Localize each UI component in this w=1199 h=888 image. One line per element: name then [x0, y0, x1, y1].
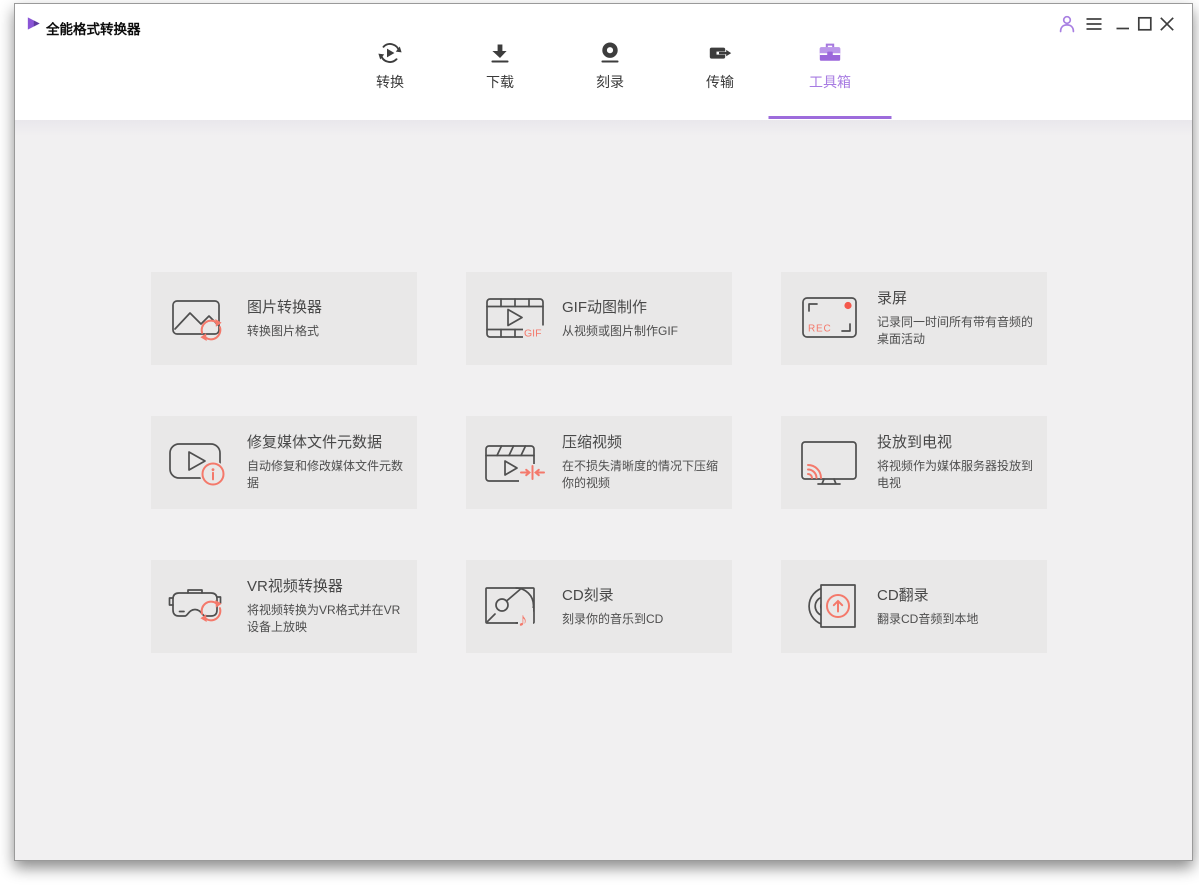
app-logo-icon [27, 17, 40, 30]
close-icon [1156, 13, 1178, 35]
tool-card-title: CD刻录 [562, 586, 614, 604]
convert-icon [377, 40, 403, 66]
tab-label: 工具箱 [809, 74, 851, 90]
tab-label: 下载 [486, 74, 514, 90]
transfer-icon [707, 40, 733, 66]
fix-metadata-icon [167, 436, 233, 490]
tool-card-title: 压缩视频 [562, 434, 623, 451]
screen-recorder-icon [797, 292, 863, 346]
tool-card-desc: 记录同一时间所有带有音频的桌面活动 [877, 315, 1034, 346]
tool-card-desc: 将视频转换为VR格式并在VR设备上放映 [247, 603, 401, 634]
desktop-backdrop: 全能格式转换器 转换 下载 刻录 传输 工具箱 图片转换器 转换图片格式 GIF… [0, 0, 1199, 888]
tool-card-desc: 将视频作为媒体服务器投放到电视 [877, 459, 1034, 490]
cd-rip-icon [797, 580, 863, 634]
tab-download[interactable]: 下载 [463, 40, 537, 92]
window-controls [1056, 13, 1178, 35]
card-cd-rip[interactable]: CD翻录 翻录CD音频到本地 [781, 560, 1047, 653]
maximize-icon [1134, 13, 1156, 35]
tool-card-desc: 在不损失清晰度的情况下压缩你的视频 [562, 459, 719, 490]
tab-burn[interactable]: 刻录 [573, 40, 647, 92]
tool-card-title: 图片转换器 [247, 298, 323, 316]
tool-card-title: VR视频转换器 [247, 578, 343, 595]
tab-convert[interactable]: 转换 [353, 40, 427, 92]
menu-icon [1083, 13, 1105, 35]
tool-card-title: 录屏 [877, 290, 908, 307]
minimize[interactable] [1112, 13, 1134, 35]
tab-transfer[interactable]: 传输 [683, 40, 757, 92]
tab-label: 转换 [376, 74, 404, 90]
tab-label: 刻录 [596, 74, 624, 90]
card-vr-converter[interactable]: VR视频转换器 将视频转换为VR格式并在VR设备上放映 [151, 560, 417, 653]
title-bar: 全能格式转换器 转换 下载 刻录 传输 工具箱 [15, 4, 1192, 120]
tab-label: 传输 [706, 74, 734, 90]
tool-card-desc: 翻录CD音频到本地 [877, 611, 979, 626]
burn-icon [597, 40, 623, 66]
image-converter-icon [167, 292, 233, 346]
toolbox-icon [817, 40, 843, 66]
card-compress-video[interactable]: 压缩视频 在不损失清晰度的情况下压缩你的视频 [466, 416, 732, 509]
app-window: 全能格式转换器 转换 下载 刻录 传输 工具箱 图片转换器 转换图片格式 GIF… [14, 3, 1193, 861]
card-screen-recorder[interactable]: 录屏 记录同一时间所有带有音频的桌面活动 [781, 272, 1047, 365]
card-gif-maker[interactable]: GIF动图制作 从视频或图片制作GIF [466, 272, 732, 365]
tab-toolbox[interactable]: 工具箱 [793, 40, 867, 92]
minimize-icon [1112, 13, 1134, 35]
main-nav: 转换 下载 刻录 传输 工具箱 [353, 40, 867, 92]
tool-card-desc: 从视频或图片制作GIF [562, 323, 678, 338]
cd-burn-icon [482, 580, 548, 634]
tool-card-desc: 自动修复和修改媒体文件元数据 [247, 459, 404, 490]
tool-card-desc: 转换图片格式 [247, 323, 320, 338]
tool-card-title: 修复媒体文件元数据 [247, 434, 383, 451]
close[interactable] [1156, 13, 1178, 35]
card-cd-burn[interactable]: CD刻录 刻录你的音乐到CD [466, 560, 732, 653]
vr-converter-icon [167, 580, 233, 634]
tool-card-desc: 刻录你的音乐到CD [562, 611, 664, 626]
maximize[interactable] [1134, 13, 1156, 35]
tool-card-title: CD翻录 [877, 586, 929, 604]
toolbox-panel: 图片转换器 转换图片格式 GIF动图制作 从视频或图片制作GIF 录屏 记录同一… [15, 120, 1192, 860]
account[interactable] [1056, 13, 1078, 35]
card-image-converter[interactable]: 图片转换器 转换图片格式 [151, 272, 417, 365]
card-fix-metadata[interactable]: 修复媒体文件元数据 自动修复和修改媒体文件元数据 [151, 416, 417, 509]
card-cast-to-tv[interactable]: 投放到电视 将视频作为媒体服务器投放到电视 [781, 416, 1047, 509]
tool-card-title: GIF动图制作 [562, 298, 647, 316]
gif-maker-icon [482, 292, 548, 346]
account-icon [1056, 13, 1078, 35]
tool-card-grid: 图片转换器 转换图片格式 GIF动图制作 从视频或图片制作GIF 录屏 记录同一… [151, 272, 1192, 653]
app-title: 全能格式转换器 [46, 22, 141, 37]
download-icon [487, 40, 513, 66]
compress-video-icon [482, 436, 548, 490]
tool-card-title: 投放到电视 [877, 434, 953, 451]
menu[interactable] [1083, 13, 1105, 35]
cast-to-tv-icon [797, 436, 863, 490]
